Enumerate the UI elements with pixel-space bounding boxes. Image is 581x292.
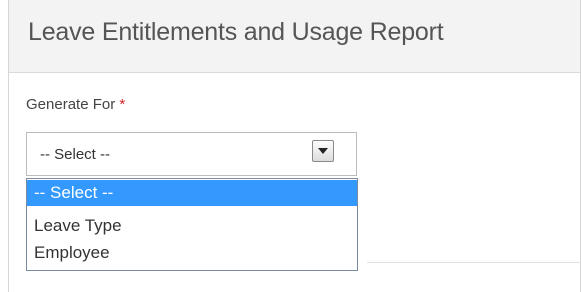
- dropdown-arrow-button[interactable]: [312, 140, 334, 162]
- generate-for-select[interactable]: -- Select --: [26, 132, 357, 176]
- required-marker: *: [119, 96, 126, 113]
- select-current-value: -- Select --: [40, 146, 111, 163]
- chevron-down-icon: [318, 148, 328, 154]
- option-employee[interactable]: Employee: [27, 242, 357, 264]
- option-leave-type[interactable]: Leave Type: [27, 215, 357, 237]
- generate-for-label-text: Generate For: [26, 96, 116, 113]
- panel-header: Leave Entitlements and Usage Report: [9, 0, 580, 73]
- generate-for-options-list: -- Select -- Leave Type Employee: [26, 178, 358, 271]
- option-select[interactable]: -- Select --: [27, 180, 357, 206]
- page-title: Leave Entitlements and Usage Report: [28, 18, 444, 46]
- generate-for-label: Generate For *: [26, 96, 125, 113]
- divider: [367, 262, 581, 263]
